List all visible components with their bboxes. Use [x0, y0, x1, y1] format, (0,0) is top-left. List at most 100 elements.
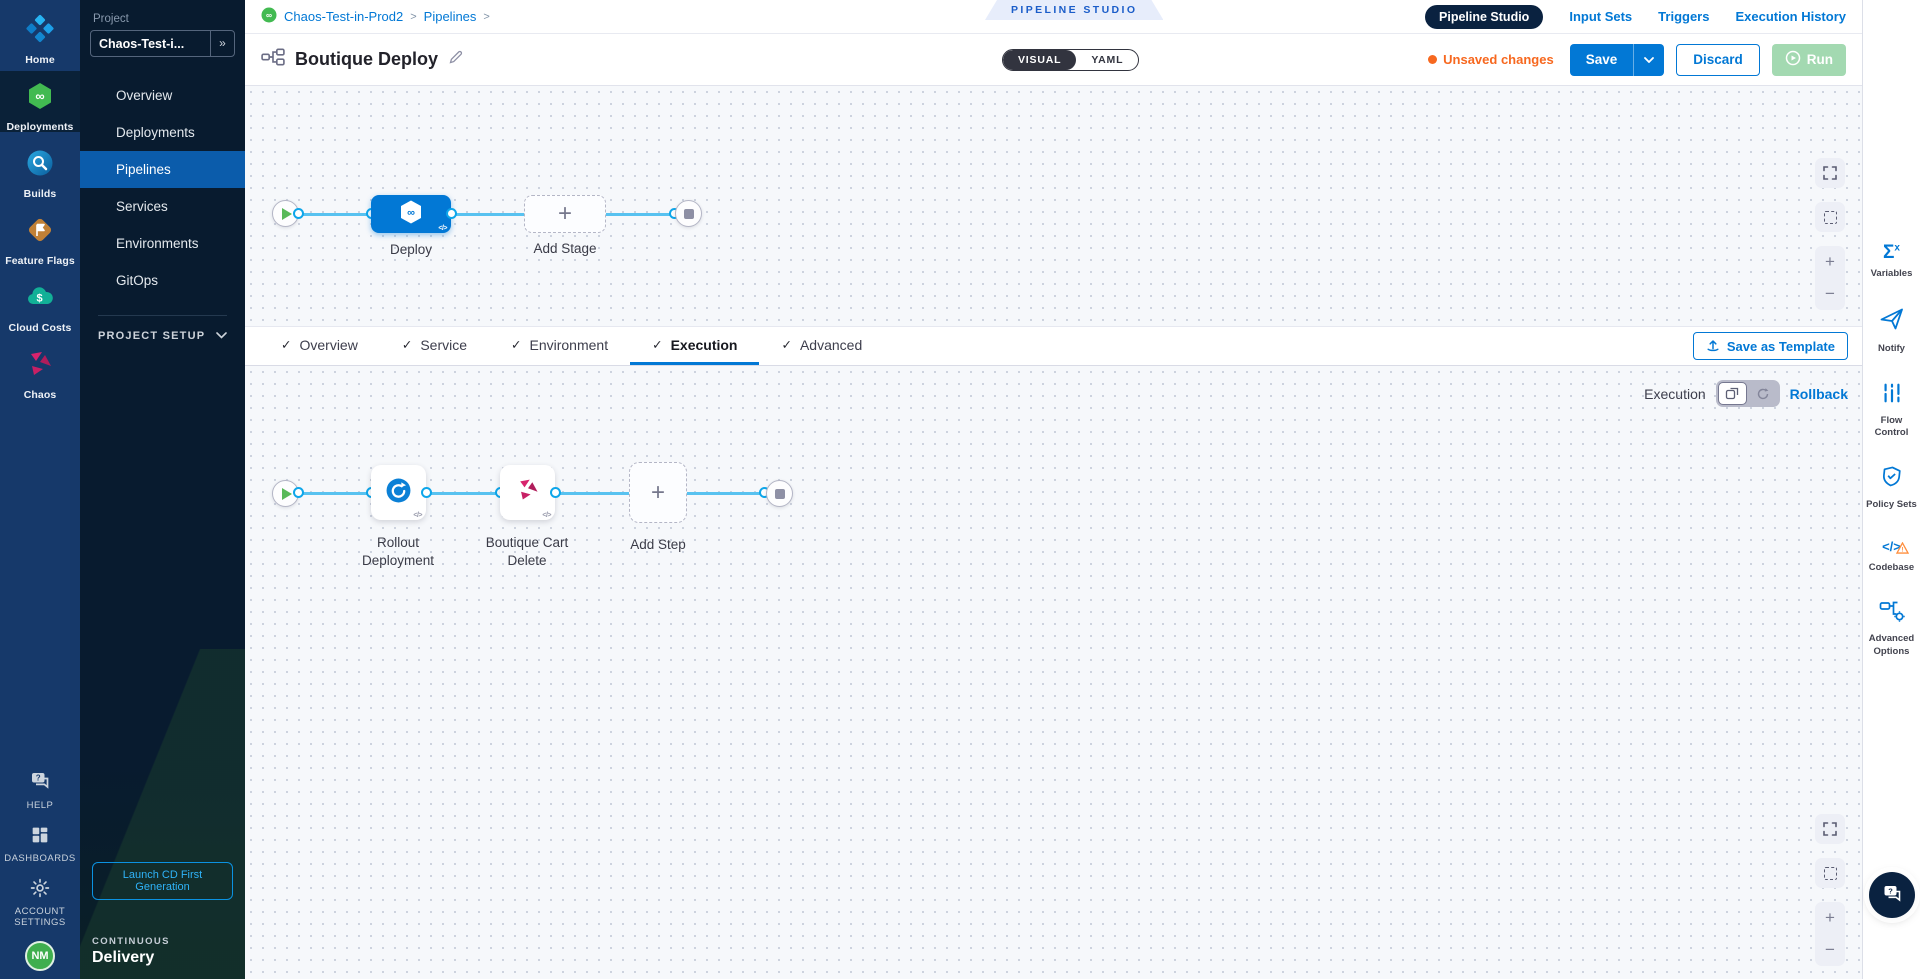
visual-yaml-toggle: VISUAL YAML — [1002, 49, 1139, 71]
save-label[interactable]: Save — [1570, 44, 1634, 76]
tool-notify[interactable]: Notify — [1863, 306, 1920, 355]
nav-label: DASHBOARDS — [4, 854, 76, 865]
nav-item-chaos[interactable]: Chaos — [0, 339, 80, 400]
zoom-out-button[interactable]: − — [1815, 278, 1845, 310]
tab-pipeline-studio[interactable]: Pipeline Studio — [1425, 5, 1543, 29]
execution-end-node[interactable] — [766, 480, 793, 507]
sidebar-item-deployments[interactable]: Deployments — [80, 114, 245, 151]
project-section-label: Project — [90, 13, 235, 25]
code-view-tag[interactable]: </> — [438, 225, 447, 232]
chevron-down-icon — [216, 330, 227, 342]
tab-execution[interactable]: ✓ Execution — [630, 327, 759, 365]
project-setup-toggle[interactable]: PROJECT SETUP — [90, 330, 235, 342]
step-node-boutique-cart-delete[interactable]: </> — [500, 465, 555, 520]
sidebar-item-gitops[interactable]: GitOps — [80, 262, 245, 299]
fullscreen-button[interactable] — [1815, 814, 1845, 844]
edit-pencil-icon[interactable] — [448, 49, 464, 70]
launch-cd-first-gen-button[interactable]: Launch CD First Generation — [92, 862, 233, 900]
tool-label: Advanced Options — [1863, 633, 1920, 658]
code-view-tag[interactable]: </> — [413, 512, 422, 519]
connector-port[interactable] — [446, 208, 457, 219]
tab-triggers[interactable]: Triggers — [1658, 9, 1709, 24]
save-button[interactable]: Save — [1570, 44, 1665, 76]
pipeline-studio-app: Home ∞ Deployments Builds Feature Flags — [0, 0, 1920, 979]
connector-port[interactable] — [550, 487, 561, 498]
user-avatar[interactable]: NM — [25, 941, 55, 971]
save-options-chevron-icon[interactable] — [1633, 44, 1664, 76]
breadcrumb-separator: > — [410, 11, 416, 23]
stage-connector-line — [298, 213, 675, 216]
nav-item-deployments[interactable]: ∞ Deployments — [0, 71, 80, 132]
nav-item-home[interactable]: Home — [0, 4, 80, 65]
help-icon: ? — [28, 769, 52, 798]
plus-icon: + — [558, 202, 572, 226]
execution-graph-canvas[interactable]: Execution Rollback </> Rollout Deploymen… — [245, 366, 1862, 979]
discard-button[interactable]: Discard — [1676, 44, 1760, 76]
sidebar-item-environments[interactable]: Environments — [80, 225, 245, 262]
nav-item-help[interactable]: ? HELP — [27, 769, 54, 812]
tab-input-sets[interactable]: Input Sets — [1569, 9, 1632, 24]
policy-sets-icon — [1880, 465, 1903, 493]
tool-codebase[interactable]: </>! Codebase — [1863, 538, 1920, 575]
tab-execution-history[interactable]: Execution History — [1735, 9, 1846, 24]
stage-graph-canvas[interactable]: ∞ </> Deploy + Add Stage + − — [245, 86, 1862, 326]
nav-item-account-settings[interactable]: ACCOUNT SETTINGS — [5, 877, 75, 929]
rollback-view-segment[interactable] — [1749, 382, 1778, 405]
nav-item-builds[interactable]: Builds — [0, 138, 80, 199]
connector-port[interactable] — [293, 487, 304, 498]
settings-gear-icon — [29, 877, 51, 904]
breadcrumb-project-link[interactable]: Chaos-Test-in-Prod2 — [284, 9, 403, 24]
nav-item-dashboards[interactable]: DASHBOARDS — [4, 824, 76, 865]
nav-item-cloud-costs[interactable]: $ Cloud Costs — [0, 272, 80, 333]
rollback-link[interactable]: Rollback — [1790, 386, 1848, 402]
toggle-yaml[interactable]: YAML — [1076, 50, 1138, 70]
nav-label: Feature Flags — [5, 255, 75, 267]
module-kicker: CONTINUOUS — [92, 936, 233, 947]
connector-port[interactable] — [421, 487, 432, 498]
reset-selection-button[interactable] — [1815, 202, 1845, 232]
breadcrumb-pipelines-link[interactable]: Pipelines — [424, 9, 477, 24]
tool-policy-sets[interactable]: Policy Sets — [1863, 465, 1920, 511]
tool-flow-control[interactable]: Flow Control — [1863, 382, 1920, 440]
tool-advanced-options[interactable]: Advanced Options — [1863, 600, 1920, 658]
cd-module-icon: ∞ — [261, 7, 277, 26]
connector-port[interactable] — [293, 208, 304, 219]
code-view-tag[interactable]: </> — [542, 512, 551, 519]
nav-item-feature-flags[interactable]: Feature Flags — [0, 205, 80, 266]
project-selector[interactable]: Chaos-Test-i... » — [90, 30, 235, 57]
sidebar-item-overview[interactable]: Overview — [80, 77, 245, 114]
zoom-in-button[interactable]: + — [1815, 246, 1845, 278]
tab-service[interactable]: ✓ Service — [380, 327, 489, 365]
unsaved-label: Unsaved changes — [1443, 52, 1554, 67]
execution-view-segment[interactable] — [1718, 382, 1747, 405]
stop-square-icon — [775, 489, 785, 499]
tool-variables[interactable]: Σx Variables — [1863, 243, 1920, 280]
module-title: Delivery — [92, 949, 233, 967]
stage-node-deploy[interactable]: ∞ </> — [371, 195, 451, 233]
tab-environment[interactable]: ✓ Environment — [489, 327, 630, 365]
tab-advanced[interactable]: ✓ Advanced — [759, 327, 884, 365]
help-chat-fab[interactable]: ? — [1869, 872, 1915, 918]
toggle-visual[interactable]: VISUAL — [1003, 50, 1076, 70]
nav-label: Deployments — [6, 121, 73, 133]
check-icon: ✓ — [652, 337, 662, 352]
tool-label: Policy Sets — [1866, 499, 1917, 511]
pipeline-end-node[interactable] — [675, 200, 702, 227]
reset-selection-button[interactable] — [1815, 858, 1845, 888]
sidebar-item-pipelines[interactable]: Pipelines — [80, 151, 245, 188]
project-selector-value: Chaos-Test-i... — [99, 37, 210, 51]
save-as-template-button[interactable]: Save as Template — [1693, 332, 1848, 360]
zoom-in-button[interactable]: + — [1815, 902, 1845, 934]
execution-mode-label: Execution — [1644, 386, 1705, 402]
fullscreen-button[interactable] — [1815, 158, 1845, 188]
project-setup-label: PROJECT SETUP — [98, 330, 205, 342]
zoom-out-button[interactable]: − — [1815, 934, 1845, 966]
tab-overview[interactable]: ✓ Overview — [259, 327, 380, 365]
double-chevron-icon[interactable]: » — [210, 31, 234, 56]
add-stage-button[interactable]: + — [524, 195, 606, 233]
svg-text:?: ? — [1888, 886, 1893, 895]
sidebar-item-services[interactable]: Services — [80, 188, 245, 225]
plus-icon: + — [651, 481, 665, 505]
add-step-button[interactable]: + — [629, 462, 687, 523]
step-node-rollout-deployment[interactable]: </> — [371, 465, 426, 520]
